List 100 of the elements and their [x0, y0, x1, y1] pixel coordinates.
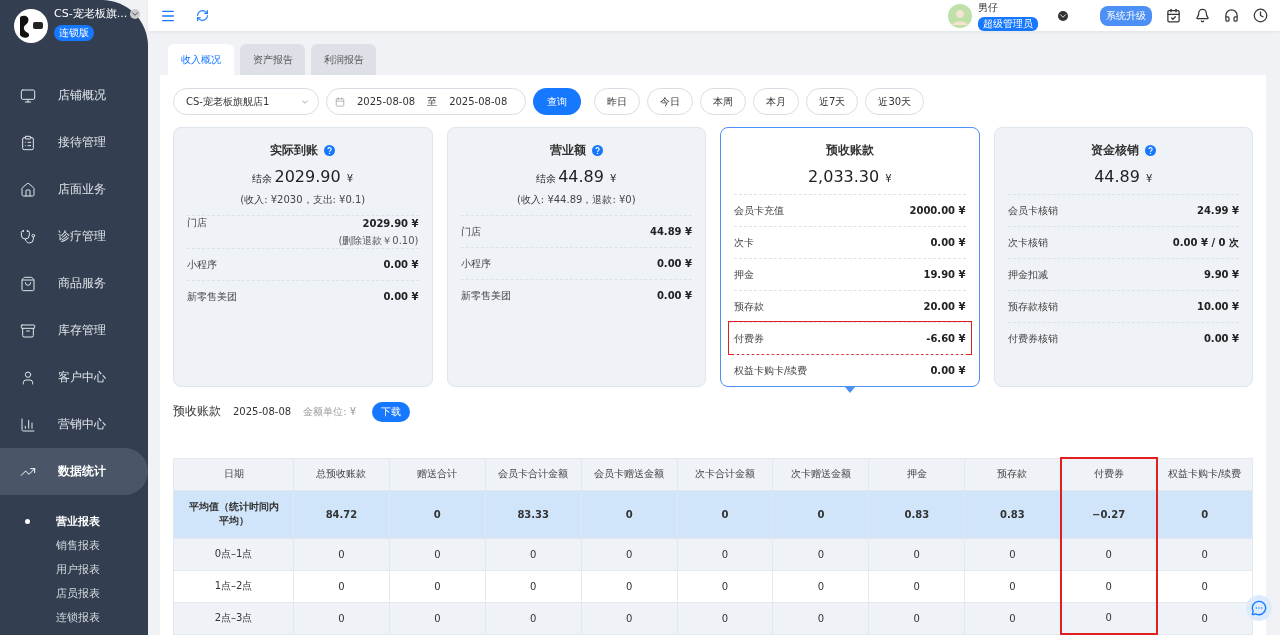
row-label: 会员卡充值	[734, 203, 784, 218]
row-label: 门店	[460, 224, 481, 239]
row-label: 权益卡购卡/续费	[734, 363, 808, 378]
chevron-down-icon[interactable]	[130, 8, 141, 19]
bell-icon[interactable]	[1195, 8, 1210, 23]
summary-card[interactable]: 营业额 结余 44.89 ¥ (收入: ¥44.89，退款: ¥0) 门店 44.89 ¥ 小程序 0.00 ¥ 新零售美团 0.00 ¥	[446, 127, 706, 387]
row-label: 会员卡核销	[1007, 203, 1058, 218]
nav-item[interactable]: 店面业务	[0, 166, 148, 213]
date-range-button[interactable]: 近7天	[806, 88, 859, 115]
row-label: 新零售美团	[187, 289, 237, 304]
card-title: 营业额	[549, 142, 586, 159]
clipboard-icon	[20, 134, 36, 151]
help-icon[interactable]	[324, 145, 336, 156]
table-cell: 2点–3点	[173, 602, 294, 634]
row-label: 押金	[734, 267, 754, 282]
nav-item[interactable]: 库存管理	[0, 307, 148, 354]
column-header: 总预收账款	[293, 458, 390, 490]
nav-item[interactable]: 营销中心	[0, 401, 148, 448]
refresh-icon[interactable]	[196, 9, 209, 22]
card-amount: 44.89	[558, 167, 604, 186]
amount-prefix: 结余	[252, 172, 273, 186]
tab[interactable]: 利润报告	[311, 44, 376, 75]
submenu-item[interactable]: 连锁报表	[0, 605, 148, 629]
currency-unit: ¥	[885, 173, 892, 184]
summary-card[interactable]: 实际到账 结余 2029.90 ¥ (收入: ¥2030，支出: ¥0.1) 门店 2029.90 ¥ (删除退款￥0.10) 小程序 0.00 ¥ 新零售美团 0.00 ¥	[173, 127, 433, 387]
table-cell: 0	[677, 602, 773, 634]
row-value: 0.00 ¥	[383, 259, 419, 270]
house-icon	[20, 181, 36, 198]
table-cell: 0	[485, 538, 582, 570]
row-label: 门店	[187, 216, 207, 230]
query-button[interactable]: 查询	[533, 88, 581, 115]
summary-card[interactable]: 资金核销 44.89 ¥ 会员卡核销 24.99 ¥ 次卡核销 0.00 ¥ / 0 次 押金扣减 9.90 ¥ 预存款核销 10.00 ¥ 付费券核销 0.00 ¥	[993, 127, 1253, 387]
date-range-button[interactable]: 本周	[700, 88, 746, 115]
tab[interactable]: 资产报告	[240, 44, 305, 75]
nav-item[interactable]: 数据统计	[0, 448, 148, 495]
row-value: 19.90 ¥	[923, 269, 966, 280]
section-date: 2025-08-08	[233, 406, 292, 417]
date-range-button[interactable]: 昨日	[594, 88, 640, 115]
card-note: (收入: ¥44.89，退款: ¥0)	[515, 193, 637, 207]
date-range-button[interactable]: 近30天	[865, 88, 925, 115]
row-value: 0.00 ¥ / 0 次	[1172, 235, 1239, 250]
submenu-item[interactable]: 用户报表	[0, 557, 148, 581]
row-note: (删除退款￥0.10)	[338, 234, 419, 248]
table-cell: 83.33	[485, 490, 582, 538]
table-cell: 0	[1156, 490, 1253, 538]
help-icon[interactable]	[591, 145, 603, 156]
date-range-button[interactable]: 本月	[753, 88, 799, 115]
submenu-item[interactable]: 营业报表	[0, 509, 148, 533]
nav-item[interactable]: 接待管理	[0, 119, 148, 166]
table-cell: 0	[293, 538, 390, 570]
card-note: (收入: ¥2030，支出: ¥0.1)	[239, 193, 367, 207]
row-value: 20.00 ¥	[923, 301, 966, 312]
row-value: 9.90 ¥	[1203, 269, 1239, 280]
column-header: 付费券	[1060, 458, 1157, 490]
row-label: 次卡核销	[1007, 235, 1048, 250]
row-label: 新零售美团	[460, 288, 511, 303]
column-header: 权益卡购卡/续费	[1156, 458, 1253, 490]
card-amount: 2029.90	[274, 167, 341, 186]
row-label: 小程序	[187, 257, 217, 272]
store-name: CS-宠老板旗...	[54, 6, 128, 21]
table-cell: 0	[389, 570, 486, 602]
card-title: 预收账款	[825, 142, 874, 159]
row-value: 44.89 ¥	[649, 226, 692, 237]
card-amount: 2,033.30	[807, 167, 880, 186]
date-range-button[interactable]: 今日	[647, 88, 693, 115]
row-value: 0.00 ¥	[383, 291, 419, 302]
help-icon[interactable]	[1144, 145, 1156, 156]
table-cell: 0	[389, 490, 486, 538]
table-cell: 0	[581, 570, 678, 602]
card-title: 资金核销	[1090, 142, 1139, 159]
row-value: 0.00 ¥	[930, 237, 966, 248]
clock-icon[interactable]	[1253, 8, 1268, 23]
role-badge: 超级管理员	[978, 16, 1038, 31]
nav-item[interactable]: 商品服务	[0, 260, 148, 307]
table-cell: 84.72	[293, 490, 390, 538]
table-cell: 0	[677, 570, 773, 602]
table-cell: 0	[772, 602, 869, 634]
nav-item[interactable]: 店铺概况	[0, 72, 148, 119]
table-cell: 0	[581, 538, 678, 570]
column-header: 会员卡赠送金额	[581, 458, 678, 490]
row-value: 24.99 ¥	[1196, 205, 1239, 216]
tab[interactable]: 收入概况	[168, 44, 234, 75]
monitor-icon	[20, 87, 36, 104]
nav-item[interactable]: 客户中心	[0, 354, 148, 401]
nav-item[interactable]: 诊疗管理	[0, 213, 148, 260]
row-value: 0.00 ¥	[930, 365, 966, 376]
chevron-down-icon[interactable]	[1058, 10, 1068, 21]
user-name: 男仔	[978, 0, 999, 15]
table-cell: 0点–1点	[173, 538, 294, 570]
submenu-item[interactable]: 销售报表	[0, 533, 148, 557]
table-cell: 0	[1060, 602, 1157, 634]
table-cell: 0	[485, 570, 582, 602]
headset-icon[interactable]	[1224, 8, 1239, 23]
download-button[interactable]: 下载	[372, 401, 411, 422]
edition-badge: 连锁版	[54, 25, 94, 41]
row-value: 0.00 ¥	[1203, 333, 1239, 344]
calendar-icon[interactable]	[1166, 8, 1181, 23]
card-title: 实际到账	[270, 142, 319, 159]
chat-button[interactable]	[1246, 595, 1272, 621]
submenu-item[interactable]: 店员报表	[0, 581, 148, 605]
